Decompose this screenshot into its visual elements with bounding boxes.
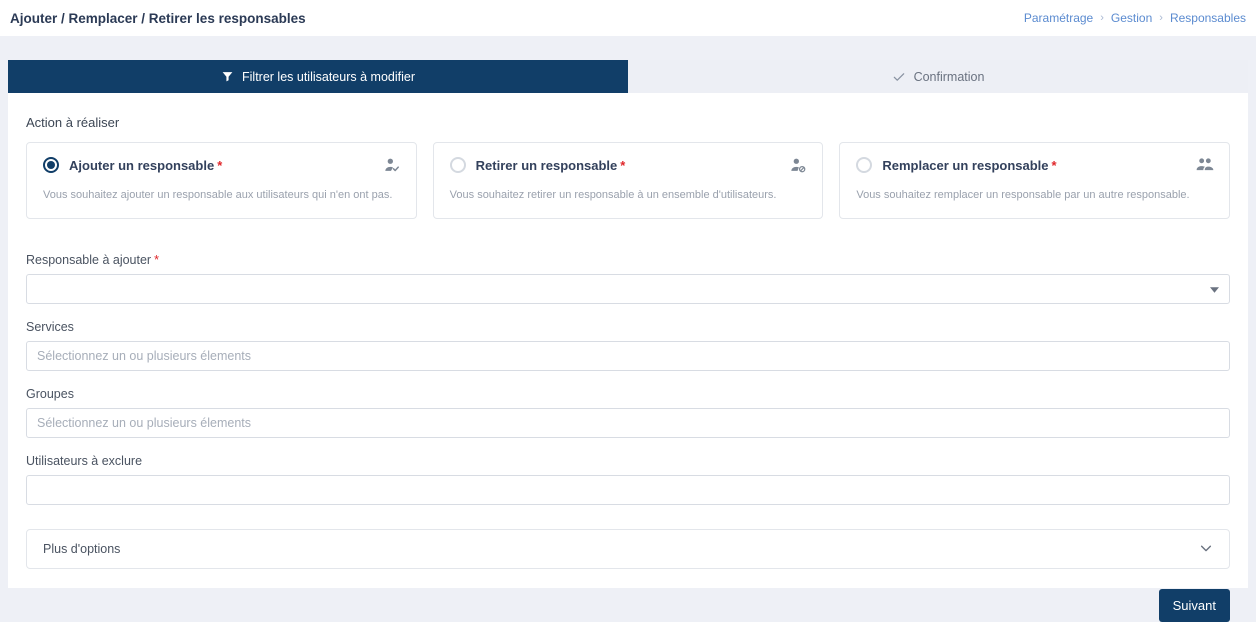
tab-confirmation[interactable]: Confirmation (628, 60, 1248, 93)
tab-filter-label: Filtrer les utilisateurs à modifier (242, 70, 415, 84)
option-title: Ajouter un responsable* (69, 158, 222, 173)
wizard-tabs: Filtrer les utilisateurs à modifier Conf… (8, 60, 1248, 93)
main-container: Filtrer les utilisateurs à modifier Conf… (8, 60, 1248, 588)
form-panel: Action à réaliser Ajouter un responsable… (8, 93, 1248, 588)
option-title: Retirer un responsable* (476, 158, 626, 173)
chevron-down-icon (1199, 541, 1213, 558)
top-header: Ajouter / Remplacer / Retirer les respon… (0, 0, 1256, 36)
radio-ajouter[interactable] (43, 157, 59, 173)
radio-remplacer[interactable] (856, 157, 872, 173)
option-card-remplacer[interactable]: Remplacer un responsable* Vous souhaitez… (839, 142, 1230, 219)
tab-confirmation-label: Confirmation (914, 70, 985, 84)
breadcrumb-parametrage[interactable]: Paramétrage (1024, 11, 1093, 25)
required-asterisk: * (620, 158, 625, 173)
responsable-select[interactable] (26, 274, 1230, 304)
filter-icon (221, 70, 234, 83)
field-label: Utilisateurs à exclure (26, 454, 1230, 468)
check-icon (892, 70, 906, 84)
services-input[interactable] (26, 341, 1230, 371)
required-asterisk: * (1052, 158, 1057, 173)
field-label: Groupes (26, 387, 1230, 401)
utilisateurs-exclure-input[interactable] (26, 475, 1230, 505)
option-description: Vous souhaitez retirer un responsable à … (450, 188, 807, 202)
action-section-label: Action à réaliser (26, 115, 1230, 130)
required-asterisk: * (154, 253, 159, 267)
option-title: Remplacer un responsable* (882, 158, 1056, 173)
breadcrumb-responsables[interactable]: Responsables (1170, 11, 1246, 25)
tab-filter-users[interactable]: Filtrer les utilisateurs à modifier (8, 60, 628, 93)
option-description: Vous souhaitez ajouter un responsable au… (43, 188, 400, 202)
chevron-down-icon (1210, 282, 1219, 296)
suivant-button[interactable]: Suivant (1159, 589, 1230, 622)
option-description: Vous souhaitez remplacer un responsable … (856, 188, 1213, 202)
option-card-ajouter[interactable]: Ajouter un responsable* Vous souhaitez a… (26, 142, 417, 219)
person-check-icon (382, 155, 402, 180)
action-options: Ajouter un responsable* Vous souhaitez a… (26, 142, 1230, 219)
groupes-input[interactable] (26, 408, 1230, 438)
field-utilisateurs-exclure: Utilisateurs à exclure (26, 454, 1230, 505)
field-label: Responsable à ajouter* (26, 253, 1230, 267)
field-services: Services (26, 320, 1230, 371)
person-remove-icon (788, 155, 808, 180)
field-responsable: Responsable à ajouter* (26, 253, 1230, 304)
breadcrumb-gestion[interactable]: Gestion (1111, 11, 1152, 25)
more-options-label: Plus d'options (43, 542, 120, 556)
people-icon (1195, 155, 1215, 180)
breadcrumb-separator: › (1159, 12, 1163, 24)
required-asterisk: * (217, 158, 222, 173)
breadcrumb-separator: › (1100, 12, 1104, 24)
option-card-retirer[interactable]: Retirer un responsable* Vous souhaitez r… (433, 142, 824, 219)
page-title: Ajouter / Remplacer / Retirer les respon… (10, 11, 306, 26)
field-label: Services (26, 320, 1230, 334)
field-groupes: Groupes (26, 387, 1230, 438)
radio-retirer[interactable] (450, 157, 466, 173)
breadcrumb: Paramétrage › Gestion › Responsables (1024, 11, 1246, 25)
footer-actions: Suivant (26, 589, 1230, 622)
more-options-accordion[interactable]: Plus d'options (26, 529, 1230, 569)
